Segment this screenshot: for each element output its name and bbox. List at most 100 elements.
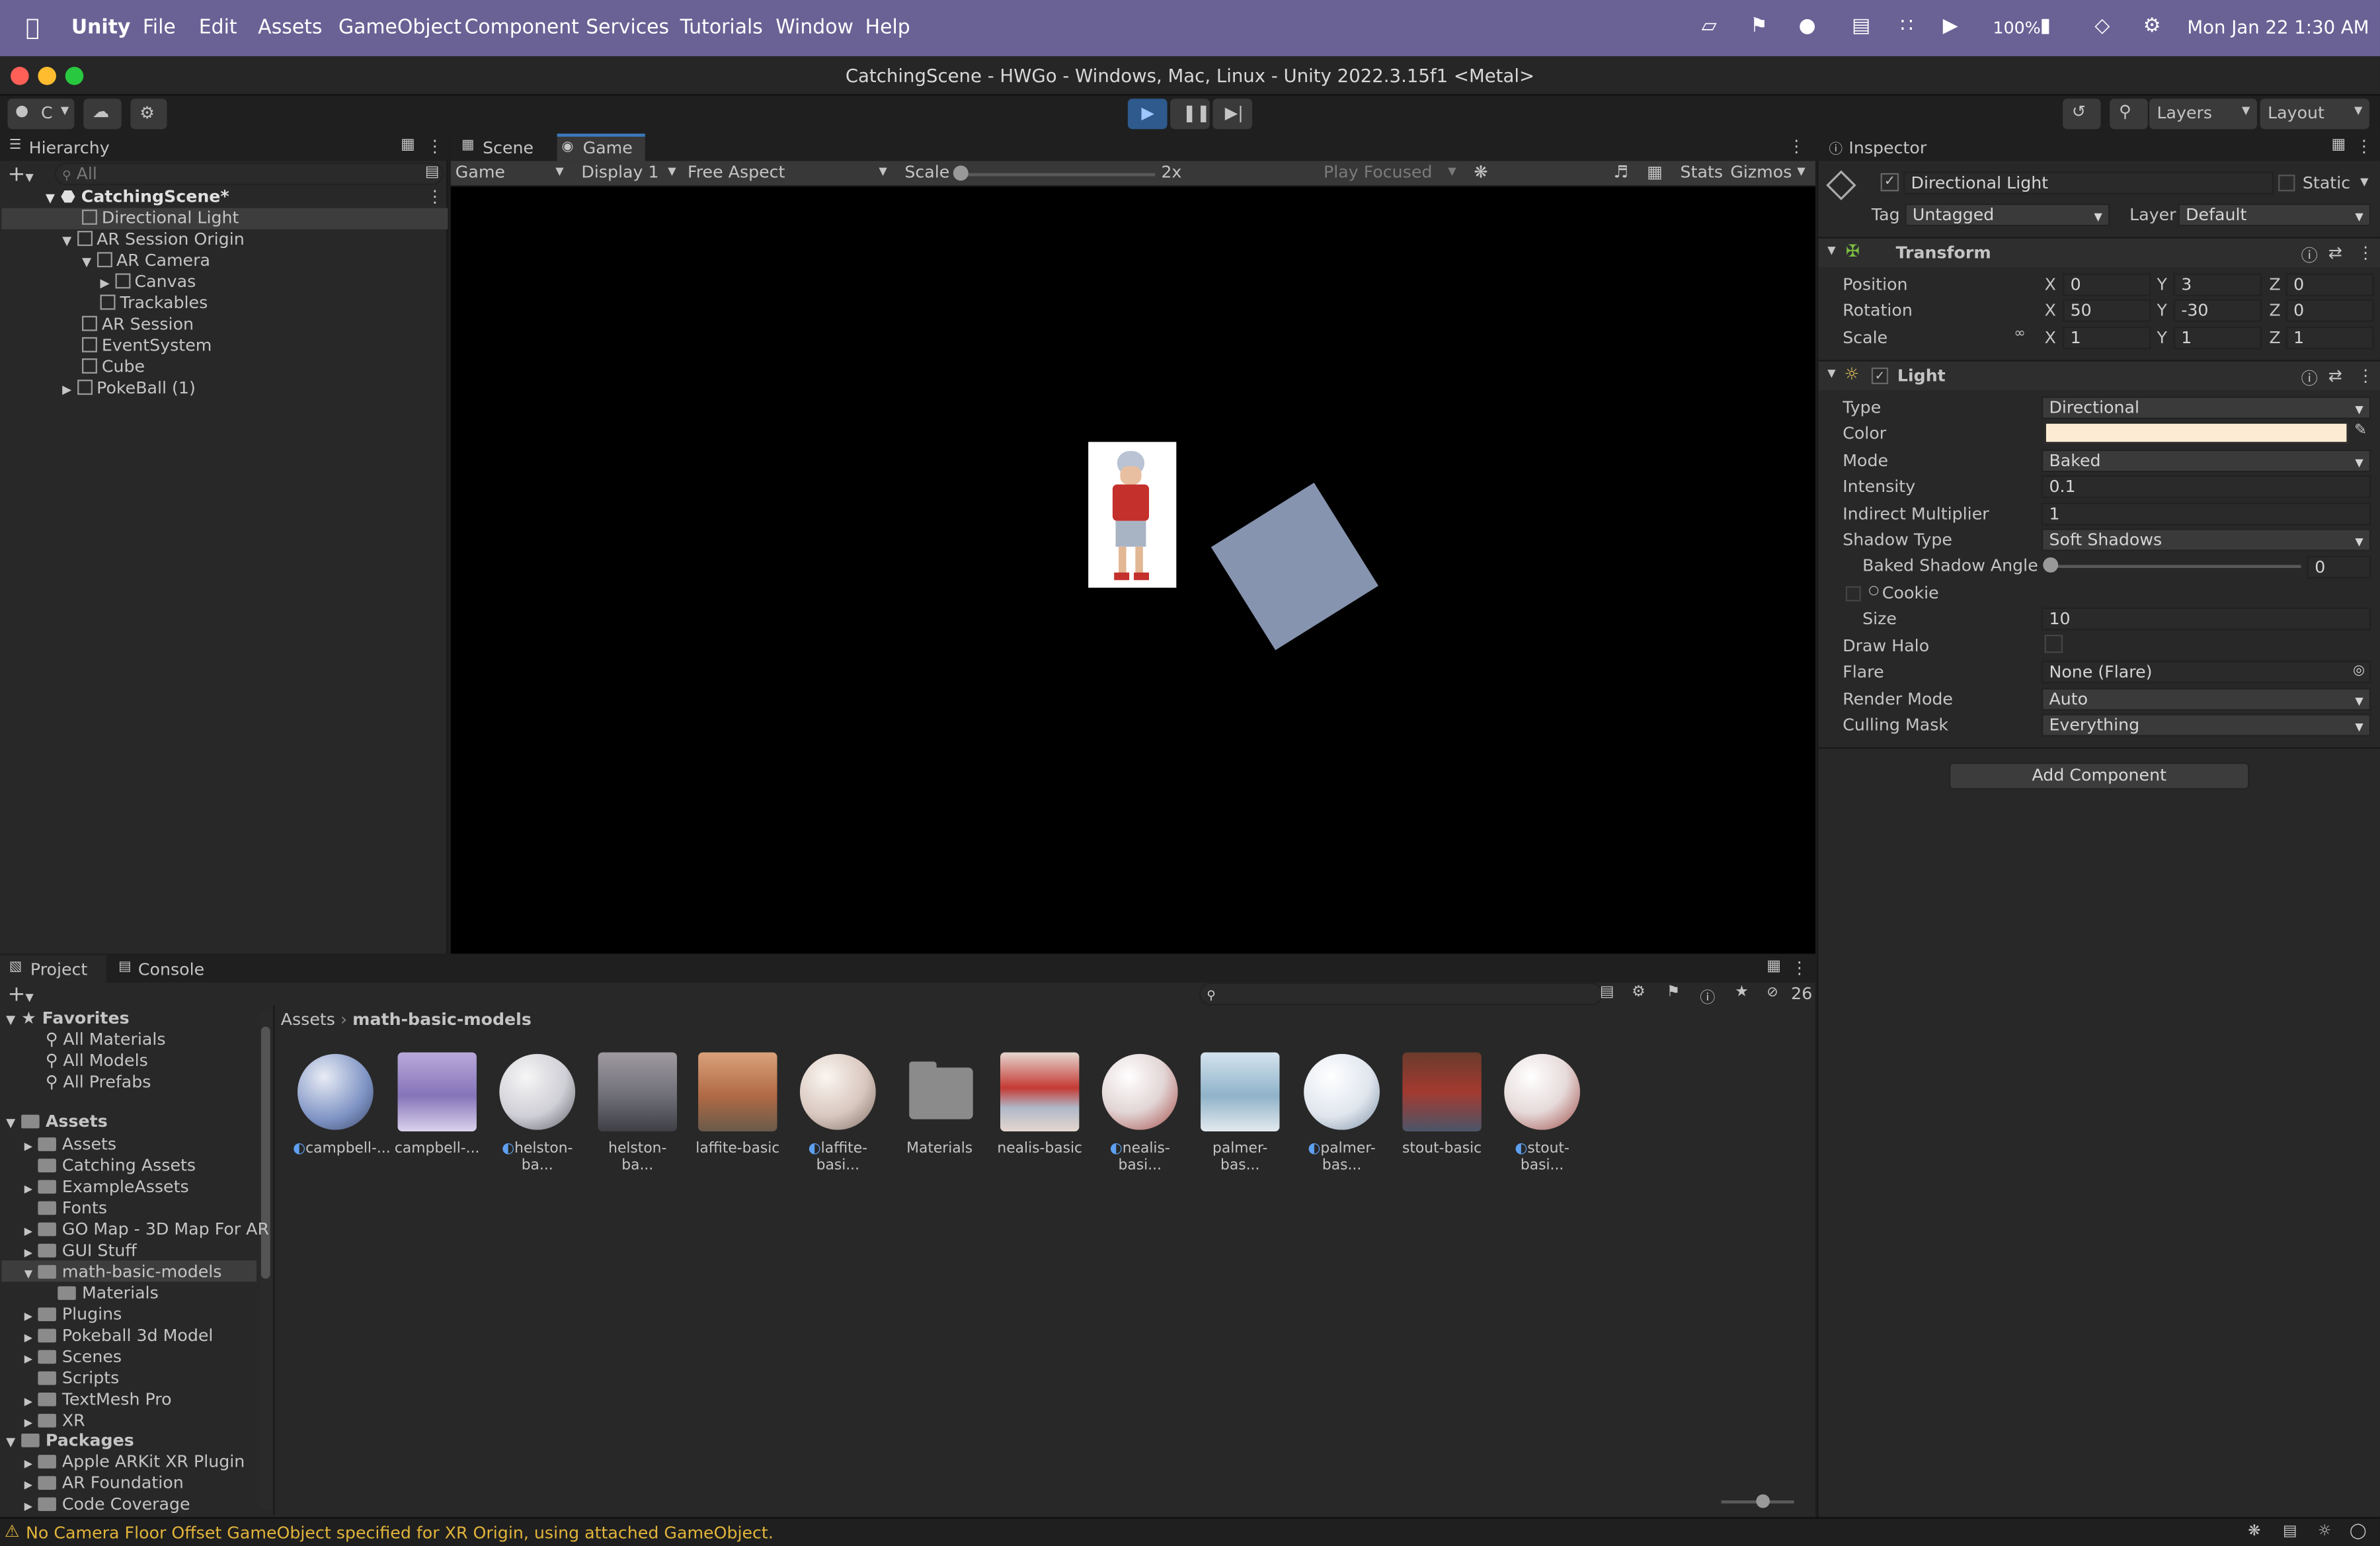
position-y-field[interactable]: 3 <box>2173 273 2262 296</box>
project-search-input[interactable]: ⚲ <box>1199 982 1603 1006</box>
rotation-z-field[interactable]: 0 <box>2285 299 2374 322</box>
aspect-dropdown[interactable]: Free Aspect ▼ <box>688 163 891 185</box>
folder-textmesh-pro[interactable]: ▶ TextMesh Pro <box>24 1389 172 1409</box>
menu-assets[interactable]: Assets <box>258 17 322 39</box>
lock-icon[interactable]: ▦ <box>401 137 415 153</box>
auto-generate-lighting-icon[interactable]: ☼ <box>2318 1523 2332 1539</box>
cookie-toggle[interactable] <box>1845 586 1861 602</box>
light-header[interactable]: ▼ ☼ ✓ Light ⓘ ⇄ ⋮ <box>1818 360 2380 391</box>
menu-services[interactable]: Services <box>586 17 669 39</box>
hierarchy-item-canvas[interactable]: ▶ Canvas <box>100 272 196 292</box>
filter-by-label-icon[interactable]: ⚑ <box>1667 984 1681 1000</box>
menu-tutorials[interactable]: Tutorials <box>680 17 763 39</box>
keyboard-icon[interactable]: ▤ <box>1852 15 1870 38</box>
light-color-swatch[interactable] <box>2044 422 2348 444</box>
scale-x-field[interactable]: 1 <box>2063 326 2151 350</box>
assets-section[interactable]: ▼ Assets <box>6 1112 108 1131</box>
menu-edit[interactable]: Edit <box>199 17 237 39</box>
folder-pokeball-model[interactable]: ▶ Pokeball 3d Model <box>24 1326 214 1346</box>
tab-scene[interactable]: Scene <box>483 138 534 158</box>
asset-item[interactable]: laffite-basic <box>695 1052 781 1157</box>
more-icon[interactable]: ⋮ <box>2358 366 2374 386</box>
hierarchy-item-ar-camera[interactable]: ▼ AR Camera <box>82 251 210 270</box>
menu-file[interactable]: File <box>143 17 176 39</box>
asset-item[interactable]: ◐laffite-basi... <box>795 1053 881 1174</box>
unity-status-icon[interactable]: ▱ <box>1702 15 1717 38</box>
shadow-type-dropdown[interactable]: Soft Shadows ▼ <box>2041 528 2371 551</box>
more-icon[interactable]: ⋮ <box>1791 958 1807 978</box>
hierarchy-item-ar-session-origin[interactable]: ▼ AR Session Origin <box>62 229 245 249</box>
thumbnail-size-thumb[interactable] <box>1756 1494 1770 1508</box>
baked-shadow-angle-slider[interactable] <box>2050 565 2301 568</box>
add-component-button[interactable]: Add Component <box>1948 762 2250 790</box>
folder-gui-stuff[interactable]: ▶ GUI Stuff <box>24 1241 137 1260</box>
bluetooth-icon[interactable]: ∷ <box>1900 15 1913 38</box>
folder-assets[interactable]: ▶ Assets <box>24 1135 116 1155</box>
active-checkbox[interactable]: ✓ <box>1880 173 1899 192</box>
add-object-button[interactable]: +▼ <box>7 163 33 187</box>
progress-icon[interactable]: ◯ <box>2350 1523 2367 1539</box>
preset-icon[interactable]: ⇄ <box>2328 366 2342 386</box>
status-message[interactable]: No Camera Floor Offset GameObject specif… <box>26 1523 774 1543</box>
undo-history-button[interactable]: ↺ <box>2063 99 2101 130</box>
hierarchy-item-eventsystem[interactable]: EventSystem <box>81 336 212 355</box>
eyedropper-icon[interactable]: ✎ <box>2354 422 2367 438</box>
hidden-packages-icon[interactable]: ⊘ <box>1766 985 1778 1000</box>
bug-icon[interactable]: ❋ <box>2248 1523 2260 1539</box>
more-icon[interactable]: ⋮ <box>426 137 443 157</box>
search-options-icon[interactable]: ▤ <box>425 164 440 181</box>
play-button[interactable]: ▶ <box>1127 99 1168 130</box>
folder-scenes[interactable]: ▶ Scenes <box>24 1347 122 1367</box>
transform-header[interactable]: ▼ ✠ Transform ⓘ ⇄ ⋮ <box>1818 237 2380 268</box>
tree-scrollbar[interactable] <box>259 1011 272 1510</box>
tab-game-active[interactable]: ◉ Game <box>557 134 645 161</box>
play-focused-dropdown[interactable]: Play Focused ▼ <box>1324 163 1460 185</box>
menu-gameobject[interactable]: GameObject <box>338 17 461 39</box>
log-types-icon[interactable]: ⓘ <box>1700 984 1715 1006</box>
asset-item[interactable]: nealis-basic <box>997 1052 1082 1157</box>
create-asset-button[interactable]: +▼ <box>7 983 33 1007</box>
bug-icon[interactable]: ❋ <box>1474 163 1488 183</box>
hierarchy-item-directional-light[interactable]: Directional Light <box>81 208 239 227</box>
indirect-multiplier-field[interactable]: 1 <box>2041 503 2371 526</box>
favorites-section[interactable]: ▼ ★ Favorites <box>6 1008 129 1028</box>
asset-item[interactable]: Materials <box>897 1053 982 1157</box>
cache-server-icon[interactable]: ▤ <box>2283 1523 2297 1539</box>
rotation-y-field[interactable]: -30 <box>2173 299 2262 322</box>
asset-item[interactable]: campbell-... <box>395 1052 480 1157</box>
folder-materials[interactable]: Materials <box>58 1283 159 1303</box>
folder-xr[interactable]: ▶ XR <box>24 1411 85 1431</box>
more-icon[interactable]: ⋮ <box>2356 137 2372 157</box>
folder-math-basic-models[interactable]: ▼ math-basic-models <box>24 1262 222 1282</box>
tree-scrollbar-thumb[interactable] <box>260 1026 270 1279</box>
static-checkbox[interactable] <box>2278 175 2295 192</box>
game-viewport[interactable] <box>450 186 1815 954</box>
scene-more-icon[interactable]: ⋮ <box>426 186 443 206</box>
constrain-proportions-icon[interactable]: ∞ <box>2014 327 2026 342</box>
intensity-field[interactable]: 0.1 <box>2041 475 2371 499</box>
scale-slider-track[interactable] <box>957 173 1156 177</box>
baked-shadow-angle-thumb[interactable] <box>2043 557 2059 573</box>
favorite-all-models[interactable]: ⚲ All Models <box>46 1051 148 1071</box>
help-icon[interactable]: ⓘ <box>2301 243 2318 267</box>
light-type-dropdown[interactable]: Directional ▼ <box>2041 396 2371 419</box>
folder-go-map[interactable]: ▶ GO Map - 3D Map For AR <box>24 1219 269 1239</box>
inspector-tab[interactable]: Inspector <box>1848 138 1926 158</box>
gizmos-button[interactable]: Gizmos <box>1730 163 1792 183</box>
scene-root[interactable]: ▼ ⬣ CatchingScene* <box>46 186 229 206</box>
filter-by-type-icon[interactable]: ⚙ <box>1632 984 1646 1000</box>
control-center-icon[interactable]: ⚙ <box>2143 15 2161 38</box>
asset-item[interactable]: palmer-bas... <box>1197 1052 1283 1174</box>
object-picker-icon[interactable]: ◎ <box>2353 662 2365 682</box>
chevron-down-icon[interactable]: ▼ <box>1797 165 1805 177</box>
chevron-down-icon[interactable]: ▼ <box>2360 176 2368 188</box>
folder-exampleassets[interactable]: ▶ ExampleAssets <box>24 1177 189 1197</box>
account-button[interactable]: ● C ▼ <box>7 99 75 130</box>
display-dropdown[interactable]: Display 1 ▼ <box>581 163 678 185</box>
menubar-clock[interactable]: Mon Jan 22 1:30 AM <box>2187 17 2369 38</box>
position-x-field[interactable]: 0 <box>2063 273 2151 296</box>
render-mode-dropdown[interactable]: Auto ▼ <box>2041 688 2371 711</box>
asset-item[interactable]: stout-basic <box>1400 1052 1485 1157</box>
search-by-type-icon[interactable]: ▤ <box>1600 984 1614 1000</box>
object-name-field[interactable]: Directional Light <box>1903 171 2274 194</box>
